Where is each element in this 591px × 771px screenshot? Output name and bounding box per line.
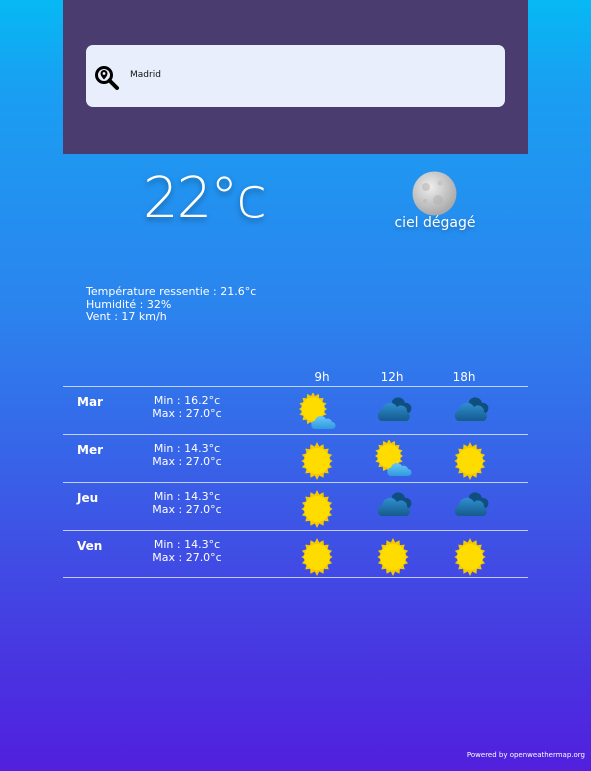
forecast-day: Mar [77, 395, 103, 409]
forecast-min: Min : 16.2°c [153, 394, 221, 407]
forecast-minmax: Min : 16.2°c Max : 27.0°c [147, 394, 227, 420]
cloud-icon [377, 492, 412, 516]
hour-label: 12h [380, 370, 404, 384]
hour-label: 9h [314, 370, 330, 384]
sun-icon [454, 442, 486, 480]
forecast-minmax: Min : 14.3°c Max : 27.0°c [147, 538, 227, 564]
forecast-max: Max : 27.0°c [152, 503, 222, 516]
search-input[interactable] [130, 64, 430, 86]
moon-icon [412, 171, 457, 216]
powered-by-link[interactable]: Powered by openweathermap.org [467, 751, 585, 759]
forecast-row: Ven Min : 14.3°c Max : 27.0°c [63, 530, 528, 578]
forecast-minmax: Min : 14.3°c Max : 27.0°c [147, 442, 227, 468]
forecast-row: Mer Min : 14.3°c Max : 27.0°c [63, 434, 528, 482]
sun-icon [301, 490, 333, 528]
current-temperature: 22°c [143, 166, 267, 231]
forecast-row: Mar Min : 16.2°c Max : 27.0°c [63, 386, 528, 434]
search-box[interactable] [86, 45, 505, 107]
forecast-min: Min : 14.3°c [153, 490, 221, 503]
forecast-day: Mer [77, 443, 103, 457]
forecast-max: Max : 27.0°c [152, 551, 222, 564]
forecast-min: Min : 14.3°c [153, 538, 221, 551]
forecast-table: 9h 12h 18h Mar Min : 16.2°c Max : 27.0°c… [63, 369, 528, 578]
cloud-icon [454, 397, 489, 421]
forecast-day: Ven [77, 539, 103, 553]
sun-cloud-icon [298, 393, 336, 429]
forecast-hours-header: 9h 12h 18h [63, 369, 528, 386]
weather-condition: ciel dégagé [394, 215, 476, 231]
forecast-minmax: Min : 14.3°c Max : 27.0°c [147, 490, 227, 516]
forecast-row: Jeu Min : 14.3°c Max : 27.0°c [63, 482, 528, 530]
weather-details: Température ressentie : 21.6°c Humidité … [86, 285, 257, 324]
sun-icon [301, 442, 333, 480]
location-search-icon[interactable] [94, 65, 120, 91]
forecast-max: Max : 27.0°c [152, 455, 222, 468]
sun-cloud-icon [374, 440, 412, 476]
forecast-day: Jeu [77, 491, 99, 505]
forecast-min: Min : 14.3°c [153, 442, 221, 455]
wind: Vent : 17 km/h [86, 310, 167, 323]
cloud-icon [377, 397, 412, 421]
hour-label: 18h [452, 370, 476, 384]
forecast-max: Max : 27.0°c [152, 407, 222, 420]
search-panel [63, 0, 528, 154]
sun-icon [377, 538, 409, 576]
sun-icon [454, 538, 486, 576]
feels-like: Température ressentie : 21.6°c [86, 285, 257, 298]
cloud-icon [454, 492, 489, 516]
sun-icon [301, 538, 333, 576]
